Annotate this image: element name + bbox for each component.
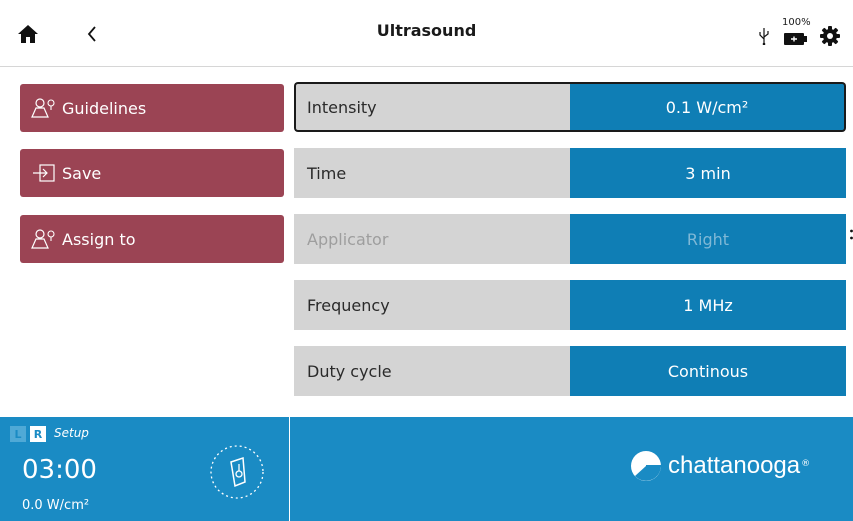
param-label: Intensity	[294, 82, 570, 132]
battery-percent: 100%	[782, 17, 811, 28]
applicator-icon[interactable]	[209, 444, 265, 500]
save-icon	[33, 164, 55, 182]
param-row-applicator: Applicator Right	[294, 214, 846, 264]
page-title: Ultrasound	[376, 21, 477, 40]
save-button[interactable]: Save	[20, 149, 284, 197]
registered-mark: ®	[801, 459, 811, 469]
param-label: Duty cycle	[294, 346, 570, 396]
usb-icon	[759, 28, 769, 45]
top-bar: Ultrasound 100%	[0, 0, 853, 67]
param-value: Right	[570, 214, 846, 264]
param-value[interactable]: Continous	[570, 346, 846, 396]
param-value[interactable]: 1 MHz	[570, 280, 846, 330]
save-label: Save	[62, 163, 102, 183]
brand-logo: chattanooga ®	[630, 450, 810, 482]
param-label: Time	[294, 148, 570, 198]
mode-label: Setup	[54, 426, 89, 440]
guidelines-label: Guidelines	[62, 98, 147, 118]
param-row-duty-cycle[interactable]: Duty cycle Continous	[294, 346, 846, 396]
assign-to-label: Assign to	[62, 229, 136, 249]
battery-icon	[784, 33, 807, 45]
left-side-badge[interactable]: L	[10, 426, 26, 442]
timer-readout: 03:00	[22, 455, 97, 485]
brand-name: chattanooga	[668, 452, 801, 479]
param-label: Frequency	[294, 280, 570, 330]
guidelines-icon	[31, 98, 55, 118]
gear-icon[interactable]	[820, 26, 840, 46]
param-row-frequency[interactable]: Frequency 1 MHz	[294, 280, 846, 330]
intensity-readout: 0.0 W/cm²	[22, 498, 90, 513]
param-row-time[interactable]: Time 3 min	[294, 148, 846, 198]
guidelines-button[interactable]: Guidelines	[20, 84, 284, 132]
assign-icon	[31, 229, 55, 249]
param-value[interactable]: 0.1 W/cm²	[570, 82, 846, 132]
brand-panel: chattanooga ®	[290, 417, 853, 521]
treatment-status-panel[interactable]: L R Setup 03:00 0.0 W/cm²	[0, 417, 289, 521]
chattanooga-logo-icon	[631, 451, 661, 481]
assign-to-button[interactable]: Assign to	[20, 215, 284, 263]
param-value[interactable]: 3 min	[570, 148, 846, 198]
right-side-badge[interactable]: R	[30, 426, 46, 442]
param-row-intensity[interactable]: Intensity 0.1 W/cm²	[294, 82, 846, 132]
param-label: Applicator	[294, 214, 570, 264]
